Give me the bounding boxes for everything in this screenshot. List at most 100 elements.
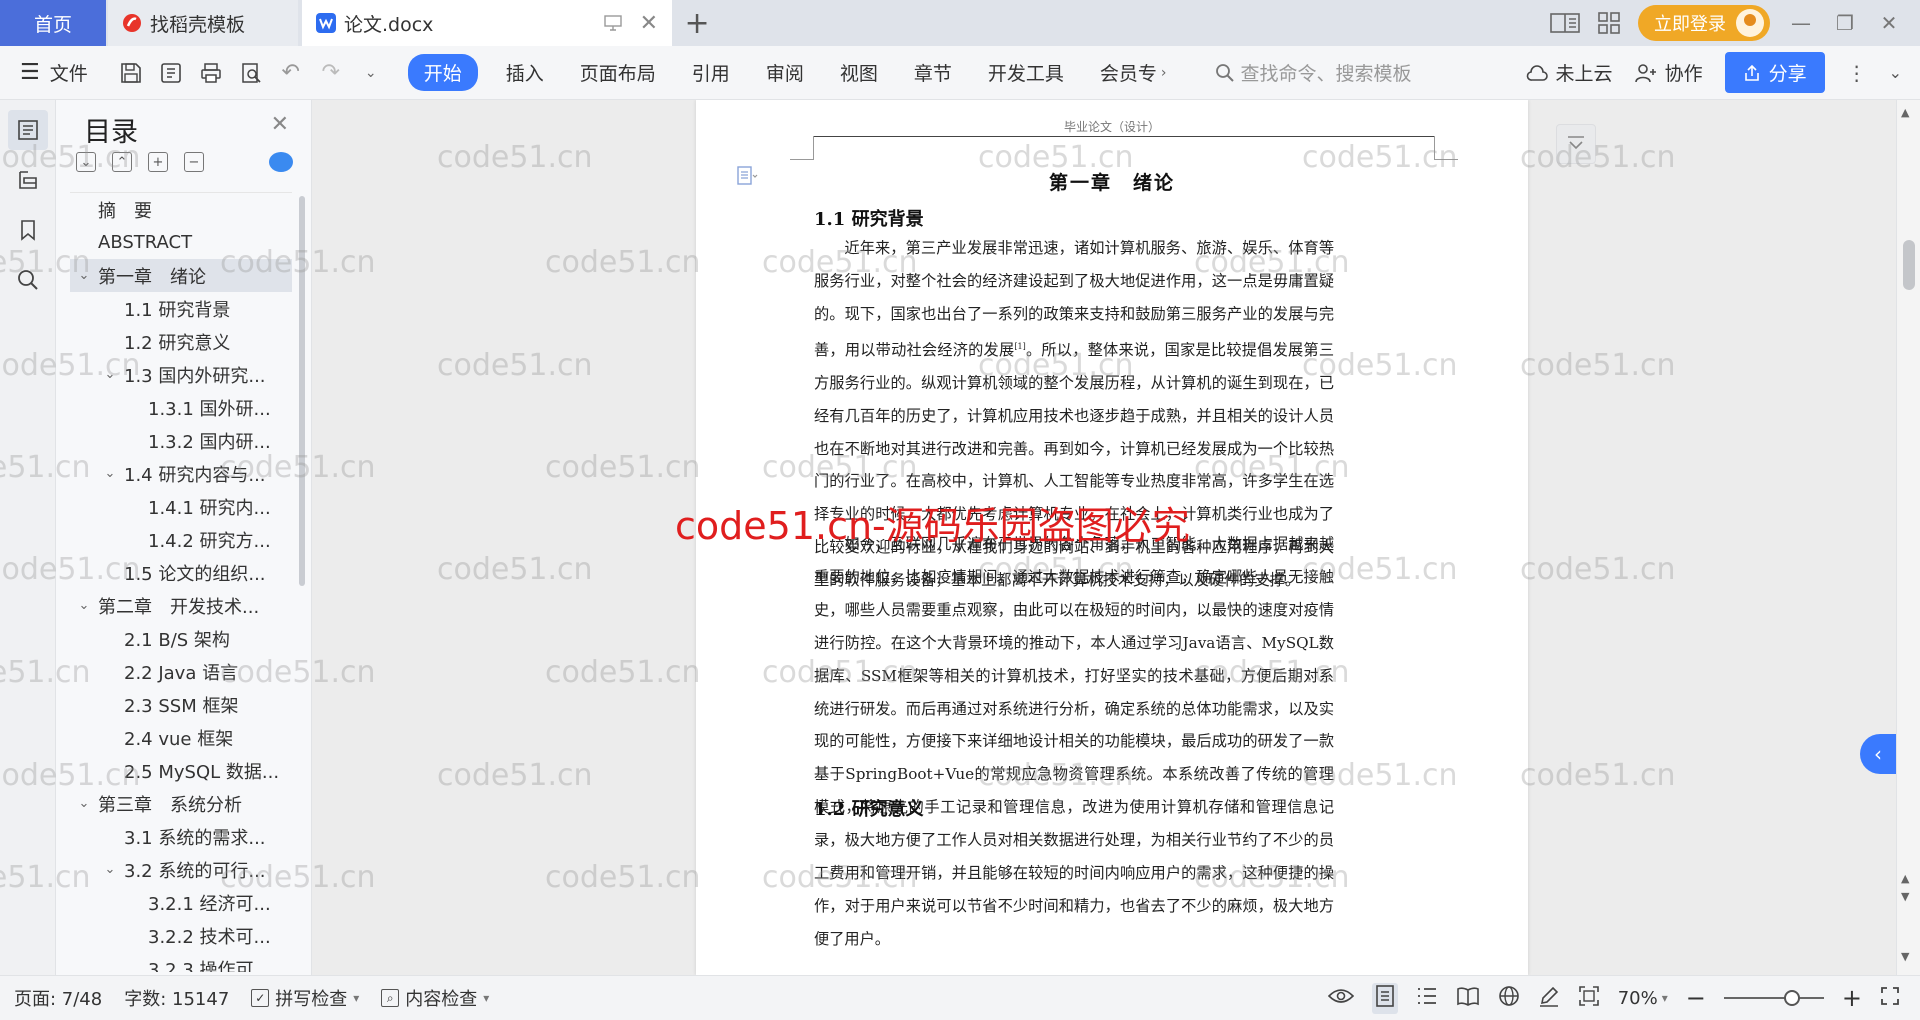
toc-item[interactable]: 摘 要 xyxy=(70,193,292,226)
tab-daoke-templates[interactable]: 找稻壳模板 xyxy=(108,0,298,46)
scroll-thumb[interactable] xyxy=(1903,240,1915,290)
fit-page-icon[interactable] xyxy=(1578,985,1600,1012)
close-window-icon[interactable]: ✕ xyxy=(1876,11,1902,35)
toc-item[interactable]: 1.3.1 国外研... xyxy=(70,391,292,424)
chevron-down-icon[interactable]: ⌄ xyxy=(76,796,92,811)
content-check-button[interactable]: ⌕ 内容检查 ▾ xyxy=(381,985,489,1011)
zoom-out-icon[interactable]: − xyxy=(1686,984,1706,1012)
close-tab-icon[interactable]: ✕ xyxy=(640,11,658,36)
chapter-nav-icon[interactable] xyxy=(8,160,48,200)
toc-item[interactable]: ABSTRACT xyxy=(70,226,292,259)
menu-insert[interactable]: 插入 xyxy=(488,59,562,86)
toc-item[interactable]: 1.3.2 国内研... xyxy=(70,424,292,457)
menu-member[interactable]: 会员专 › xyxy=(1082,59,1185,86)
spell-check-button[interactable]: ✓ 拼写检查 ▾ xyxy=(251,985,359,1011)
toc-item[interactable]: 2.5 MySQL 数据... xyxy=(70,754,292,787)
toc-scrollbar[interactable] xyxy=(299,196,305,586)
tab-home[interactable]: 首页 xyxy=(0,0,106,46)
command-search[interactable]: 查找命令、搜索模板 xyxy=(1215,59,1412,86)
export-pdf-icon[interactable] xyxy=(158,60,184,86)
side-panel-toggle[interactable]: ‹ xyxy=(1860,734,1896,774)
cloud-status-button[interactable]: 未上云 xyxy=(1526,59,1613,86)
reading-layout-icon[interactable] xyxy=(1550,12,1580,34)
apps-grid-icon[interactable] xyxy=(1598,12,1620,34)
close-icon[interactable]: ✕ xyxy=(271,112,289,137)
minimize-icon[interactable]: — xyxy=(1788,11,1814,35)
toc-item[interactable]: ⌄ 1.3 国内外研究... xyxy=(70,358,292,391)
toc-item[interactable]: ⌄ 第二章 开发技术... xyxy=(70,589,292,622)
toc-item[interactable]: 2.2 Java 语言 xyxy=(70,655,292,688)
toc-item[interactable]: 1.2 研究意义 xyxy=(70,325,292,358)
remove-heading-icon[interactable]: − xyxy=(184,152,204,172)
toc-item[interactable]: ⌄ 1.4 研究内容与... xyxy=(70,457,292,490)
page-down-icon[interactable]: ▼ xyxy=(1901,890,1909,903)
chevron-down-icon[interactable]: ⌄ xyxy=(102,367,118,382)
toc-item[interactable]: ⌄ 第一章 绪论 xyxy=(70,259,292,292)
outline-view-icon[interactable] xyxy=(1416,986,1438,1011)
menu-review[interactable]: 审阅 xyxy=(748,59,822,86)
toc-panel-icon[interactable] xyxy=(8,110,48,150)
find-icon[interactable] xyxy=(8,260,48,300)
zoom-slider-knob[interactable] xyxy=(1783,990,1800,1006)
display-mode-icon[interactable] xyxy=(603,15,622,31)
web-view-icon[interactable] xyxy=(1498,985,1520,1012)
vertical-scrollbar[interactable]: ▲ ▲ ▼ ▼ xyxy=(1896,100,1920,975)
redo-icon[interactable]: ↷ xyxy=(318,60,344,86)
toc-item[interactable]: 3.1 系统的需求... xyxy=(70,820,292,853)
chevron-down-icon[interactable]: ⌄ xyxy=(76,268,92,283)
menu-page-layout[interactable]: 页面布局 xyxy=(562,59,674,86)
chevron-down-icon[interactable]: ⌄ xyxy=(358,60,384,86)
zoom-in-icon[interactable]: + xyxy=(1842,984,1862,1012)
page-view-icon[interactable] xyxy=(1371,982,1398,1014)
zoom-level[interactable]: 70% ▾ xyxy=(1618,988,1668,1009)
chevron-down-icon[interactable]: ⌄ xyxy=(102,862,118,877)
add-heading-icon[interactable]: + xyxy=(148,152,168,172)
toc-item[interactable]: 1.4.2 研究方... xyxy=(70,523,292,556)
save-icon[interactable] xyxy=(118,60,144,86)
write-mode-icon[interactable] xyxy=(1538,985,1560,1012)
chevron-down-icon[interactable]: ⌄ xyxy=(76,598,92,613)
collaborate-button[interactable]: 协作 xyxy=(1634,59,1703,86)
toc-item[interactable]: 3.2.2 技术可... xyxy=(70,919,292,952)
reading-view-icon[interactable] xyxy=(1456,986,1480,1011)
toc-item[interactable]: 1.5 论文的组织... xyxy=(70,556,292,589)
toc-item[interactable]: 1.4.1 研究内... xyxy=(70,490,292,523)
page-indicator[interactable]: 页面: 7/48 xyxy=(14,985,102,1011)
word-count[interactable]: 字数: 15147 xyxy=(124,985,229,1011)
scroll-down-icon[interactable]: ▼ xyxy=(1901,950,1909,963)
collapse-all-icon[interactable]: ⌃ xyxy=(112,152,132,172)
chevron-down-icon[interactable]: ⌄ xyxy=(102,466,118,481)
eye-protection-icon[interactable] xyxy=(1327,987,1354,1010)
undo-icon[interactable]: ↶ xyxy=(278,60,304,86)
new-tab-button[interactable]: + xyxy=(672,0,722,46)
bookmark-icon[interactable] xyxy=(8,210,48,250)
tab-document[interactable]: 论文.docx ✕ xyxy=(302,0,672,46)
menu-references[interactable]: 引用 xyxy=(674,59,748,86)
page-up-icon[interactable]: ▲ xyxy=(1901,872,1909,885)
toc-item[interactable]: 2.4 vue 框架 xyxy=(70,721,292,754)
expand-all-icon[interactable]: ⌄ xyxy=(76,152,96,172)
toc-item[interactable]: 2.1 B/S 架构 xyxy=(70,622,292,655)
toc-item[interactable]: ⌄ 第三章 系统分析 xyxy=(70,787,292,820)
print-preview-icon[interactable] xyxy=(238,60,264,86)
restore-icon[interactable]: ❐ xyxy=(1832,11,1858,35)
citation-ref[interactable]: [1] xyxy=(1014,342,1025,351)
document-page[interactable]: 毕业论文（设计） 第一章 绪论 1.1 研究背景 近年来，第三产业发展非常迅速，… xyxy=(696,100,1528,975)
print-icon[interactable] xyxy=(198,60,224,86)
file-menu[interactable]: ☰ 文件 xyxy=(20,59,104,86)
scroll-up-icon[interactable]: ▲ xyxy=(1901,106,1909,119)
share-button[interactable]: 分享 xyxy=(1724,52,1825,93)
menu-developer[interactable]: 开发工具 xyxy=(970,59,1082,86)
filter-icon[interactable] xyxy=(1556,124,1596,164)
ai-assistant-icon[interactable] xyxy=(269,152,293,172)
menu-chapter[interactable]: 章节 xyxy=(896,59,970,86)
fullscreen-icon[interactable] xyxy=(1880,986,1900,1011)
zoom-slider[interactable] xyxy=(1723,990,1824,1006)
more-options-icon[interactable]: ⋮ xyxy=(1847,61,1867,85)
toc-item[interactable]: 3.2.3 操作可... xyxy=(70,952,292,973)
toc-item[interactable]: ⌄ 3.2 系统的可行... xyxy=(70,853,292,886)
menu-view[interactable]: 视图 xyxy=(822,59,896,86)
toc-item[interactable]: 2.3 SSM 框架 xyxy=(70,688,292,721)
collapse-ribbon-icon[interactable]: ⌄ xyxy=(1889,63,1902,82)
login-button[interactable]: 立即登录 xyxy=(1638,5,1770,41)
